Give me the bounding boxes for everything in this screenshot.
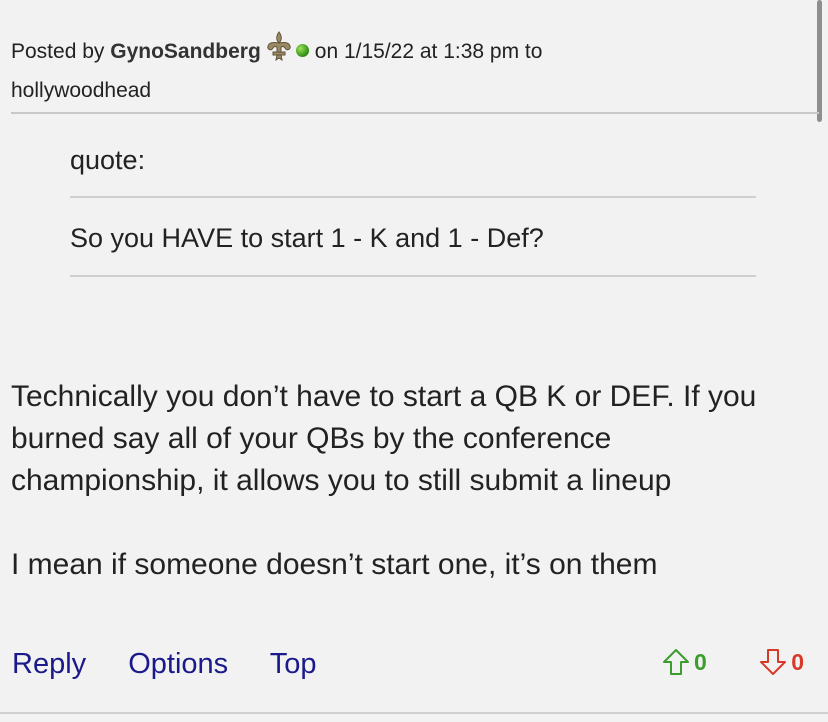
quote-divider-bottom <box>70 275 756 277</box>
downvote-button[interactable]: 0 <box>759 644 804 680</box>
top-link[interactable]: Top <box>270 648 317 680</box>
quote-block: quote: So you HAVE to start 1 - K and 1 … <box>70 140 756 277</box>
post-body: Technically you don’t have to start a QB… <box>11 376 811 586</box>
arrow-up-icon <box>663 649 690 675</box>
post-paragraph: I mean if someone doesn’t start one, it’… <box>11 548 658 581</box>
post-actions: Reply Options Top <box>12 644 350 684</box>
vote-controls: 0 0 <box>662 644 804 686</box>
options-link[interactable]: Options <box>128 648 228 680</box>
upvote-count: 0 <box>694 649 707 675</box>
downvote-count: 0 <box>791 649 804 675</box>
footer-divider <box>0 712 828 714</box>
header-divider <box>11 112 819 114</box>
username-link[interactable]: GynoSandberg <box>110 40 261 63</box>
quote-label: quote: <box>70 145 146 175</box>
quote-divider-top <box>70 196 756 198</box>
arrow-down-icon <box>760 649 787 675</box>
reply-link[interactable]: Reply <box>12 648 86 680</box>
fleur-de-lis-icon <box>265 31 293 73</box>
post-paragraph: Technically you don’t have to start a QB… <box>11 380 757 497</box>
online-status-icon <box>295 44 309 57</box>
reply-to-user[interactable]: hollywoodhead <box>11 79 151 102</box>
upvote-button[interactable]: 0 <box>662 644 707 680</box>
post-header: Posted by GynoSandberg on 1/15/22 at 1:38… <box>11 31 801 109</box>
scrollbar[interactable] <box>817 0 822 122</box>
posted-by-label: Posted by <box>11 40 105 63</box>
quote-text: So you HAVE to start 1 - K and 1 - Def? <box>70 223 544 253</box>
post-date-label: on 1/15/22 at 1:38 pm to <box>314 40 543 63</box>
